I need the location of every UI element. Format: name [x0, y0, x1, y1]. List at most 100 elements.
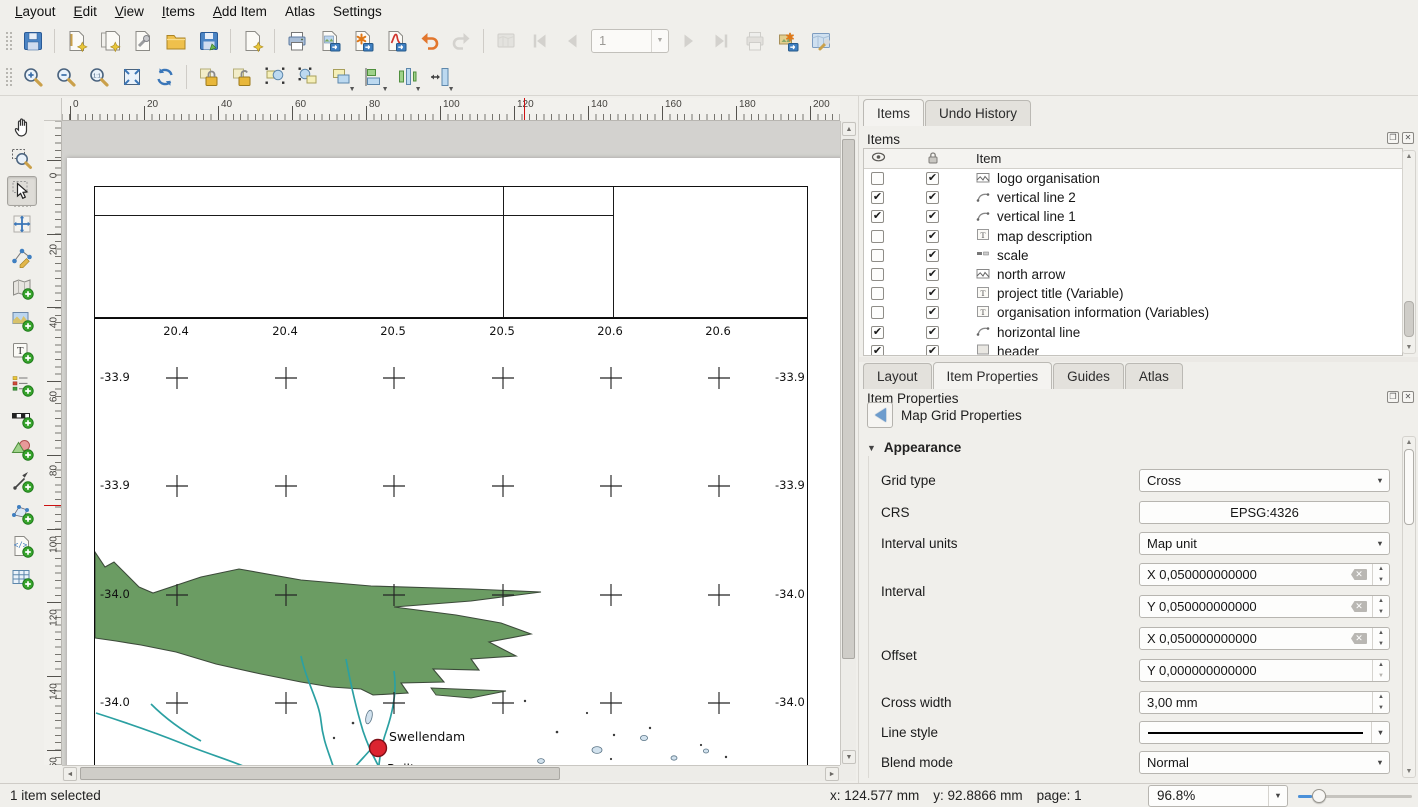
menu-add-item[interactable]: Add Item: [204, 2, 276, 21]
horizontal-ruler[interactable]: 020406080100120140160180200: [62, 98, 840, 121]
vertical-ruler[interactable]: 020406080100120140160: [44, 121, 62, 765]
float-panel-icon[interactable]: ❐: [1387, 132, 1399, 144]
visibility-checkbox[interactable]: [871, 287, 884, 300]
zoom-out-button[interactable]: [52, 63, 80, 91]
add-map-tool[interactable]: [7, 273, 37, 303]
scroll-down-icon[interactable]: ▼: [1403, 768, 1415, 775]
save-project-button[interactable]: [19, 27, 47, 55]
items-panel-scrollbar[interactable]: ▲ ▼: [1402, 150, 1416, 354]
save-as-template-button[interactable]: [195, 27, 223, 55]
horizontal-line-item[interactable]: [95, 215, 613, 216]
clear-value-icon[interactable]: ✕: [1351, 569, 1367, 580]
add-node-item-tool[interactable]: [7, 498, 37, 528]
horizontal-scroll-thumb[interactable]: [80, 767, 560, 780]
back-button[interactable]: [867, 402, 893, 428]
item-row-map-description[interactable]: ✔Tmap description: [864, 227, 1402, 246]
scroll-down-icon[interactable]: ▼: [842, 750, 856, 764]
tab-item-properties[interactable]: Item Properties: [933, 362, 1053, 389]
lock-checkbox[interactable]: ✔: [926, 210, 939, 223]
add-scalebar-tool[interactable]: [7, 402, 37, 432]
group-items-button[interactable]: [261, 63, 289, 91]
lock-checkbox[interactable]: ✔: [926, 249, 939, 262]
add-legend-tool[interactable]: [7, 370, 37, 400]
menu-atlas[interactable]: Atlas: [276, 2, 324, 21]
resize-items-button[interactable]: ▼: [426, 63, 454, 91]
menu-layout[interactable]: Layout: [6, 2, 65, 21]
edit-nodes-item-tool[interactable]: [7, 241, 37, 271]
visibility-checkbox[interactable]: [871, 249, 884, 262]
interval-x-spinbox[interactable]: X 0,050000000000 ✕ ▲▼: [1139, 563, 1390, 586]
export-atlas-button[interactable]: [774, 27, 802, 55]
lock-checkbox[interactable]: ✔: [926, 268, 939, 281]
close-panel-icon[interactable]: ✕: [1402, 132, 1414, 144]
tab-items[interactable]: Items: [863, 99, 924, 126]
item-row-organisation-information-variables-[interactable]: ✔Torganisation information (Variables): [864, 303, 1402, 322]
unlock-all-items-button[interactable]: [228, 63, 256, 91]
item-row-logo-organisation[interactable]: ✔logo organisation: [864, 169, 1402, 188]
appearance-section-header[interactable]: ▼ Appearance: [867, 440, 961, 455]
visibility-checkbox[interactable]: [871, 230, 884, 243]
tab-undo-history[interactable]: Undo History: [925, 100, 1031, 126]
add-html-tool[interactable]: </>: [7, 531, 37, 561]
layout-manager-button[interactable]: [129, 27, 157, 55]
clear-value-icon[interactable]: ✕: [1351, 601, 1367, 612]
lock-checkbox[interactable]: ✔: [926, 287, 939, 300]
atlas-settings-button[interactable]: [807, 27, 835, 55]
scroll-up-icon[interactable]: ▲: [1403, 439, 1415, 446]
tab-atlas[interactable]: Atlas: [1125, 363, 1183, 389]
item-row-project-title-variable-[interactable]: ✔Tproject title (Variable): [864, 284, 1402, 303]
lock-checkbox[interactable]: ✔: [926, 230, 939, 243]
offset-y-spinbox[interactable]: Y 0,000000000000 ▲▼: [1139, 659, 1390, 682]
spin-buttons[interactable]: ▲▼: [1372, 628, 1389, 649]
menu-items[interactable]: Items: [153, 2, 204, 21]
interval-units-dropdown[interactable]: Map unit▼: [1139, 532, 1390, 555]
new-layout-button[interactable]: [63, 27, 91, 55]
vertical-line-2-item[interactable]: [613, 187, 614, 317]
raise-items-button[interactable]: ▼: [327, 63, 355, 91]
close-panel-icon[interactable]: ✕: [1402, 391, 1414, 403]
visibility-checkbox[interactable]: ✔: [871, 326, 884, 339]
properties-panel-scrollbar[interactable]: ▲ ▼: [1402, 436, 1416, 778]
undo-button[interactable]: [415, 27, 443, 55]
export-as-svg-button[interactable]: [349, 27, 377, 55]
visibility-checkbox[interactable]: ✔: [871, 191, 884, 204]
lock-selected-items-button[interactable]: [195, 63, 223, 91]
item-row-horizontal-line[interactable]: ✔✔horizontal line: [864, 323, 1402, 342]
export-as-image-button[interactable]: [316, 27, 344, 55]
item-row-vertical-line-2[interactable]: ✔✔vertical line 2: [864, 188, 1402, 207]
zoom-full-button[interactable]: [118, 63, 146, 91]
toolbar-drag-handle[interactable]: [4, 66, 12, 88]
add-picture-tool[interactable]: [7, 305, 37, 335]
crs-button[interactable]: EPSG:4326: [1139, 501, 1390, 524]
canvas-horizontal-scrollbar[interactable]: ◄ ►: [62, 765, 840, 781]
lock-checkbox[interactable]: ✔: [926, 326, 939, 339]
zoom-actual-button[interactable]: 1:1: [85, 63, 113, 91]
layout-canvas[interactable]: Swellendam Railton 20.420.420.520.520.62…: [62, 121, 840, 765]
item-row-header[interactable]: ✔✔header: [864, 342, 1402, 356]
menu-settings[interactable]: Settings: [324, 2, 391, 21]
zoom-slider[interactable]: [1298, 785, 1412, 807]
cross-width-spinbox[interactable]: 3,00 mm ▲▼: [1139, 691, 1390, 714]
zoom-level-combobox[interactable]: 96.8% ▼: [1148, 785, 1288, 807]
lock-checkbox[interactable]: ✔: [926, 172, 939, 185]
ungroup-items-button[interactable]: [294, 63, 322, 91]
vertical-line-1-item[interactable]: [503, 187, 504, 317]
map-item[interactable]: Swellendam Railton: [95, 319, 807, 765]
scroll-left-icon[interactable]: ◄: [63, 767, 77, 781]
scroll-right-icon[interactable]: ►: [825, 767, 839, 781]
item-row-scale[interactable]: ✔scale: [864, 246, 1402, 265]
export-as-pdf-button[interactable]: [382, 27, 410, 55]
visibility-checkbox[interactable]: ✔: [871, 345, 884, 356]
tab-guides[interactable]: Guides: [1053, 363, 1124, 389]
lock-checkbox[interactable]: ✔: [926, 345, 939, 356]
zoom-level-value[interactable]: 96.8%: [1149, 788, 1268, 803]
scroll-down-icon[interactable]: ▼: [1403, 344, 1415, 351]
add-shape-tool[interactable]: [7, 434, 37, 464]
add-pages-button[interactable]: [239, 27, 267, 55]
line-style-button[interactable]: ▼: [1139, 721, 1390, 744]
add-attribute-table-tool[interactable]: [7, 563, 37, 593]
move-item-content-tool[interactable]: [7, 209, 37, 239]
select-move-item-tool[interactable]: [7, 176, 37, 206]
align-items-button[interactable]: ▼: [360, 63, 388, 91]
vertical-scroll-thumb[interactable]: [842, 139, 855, 659]
